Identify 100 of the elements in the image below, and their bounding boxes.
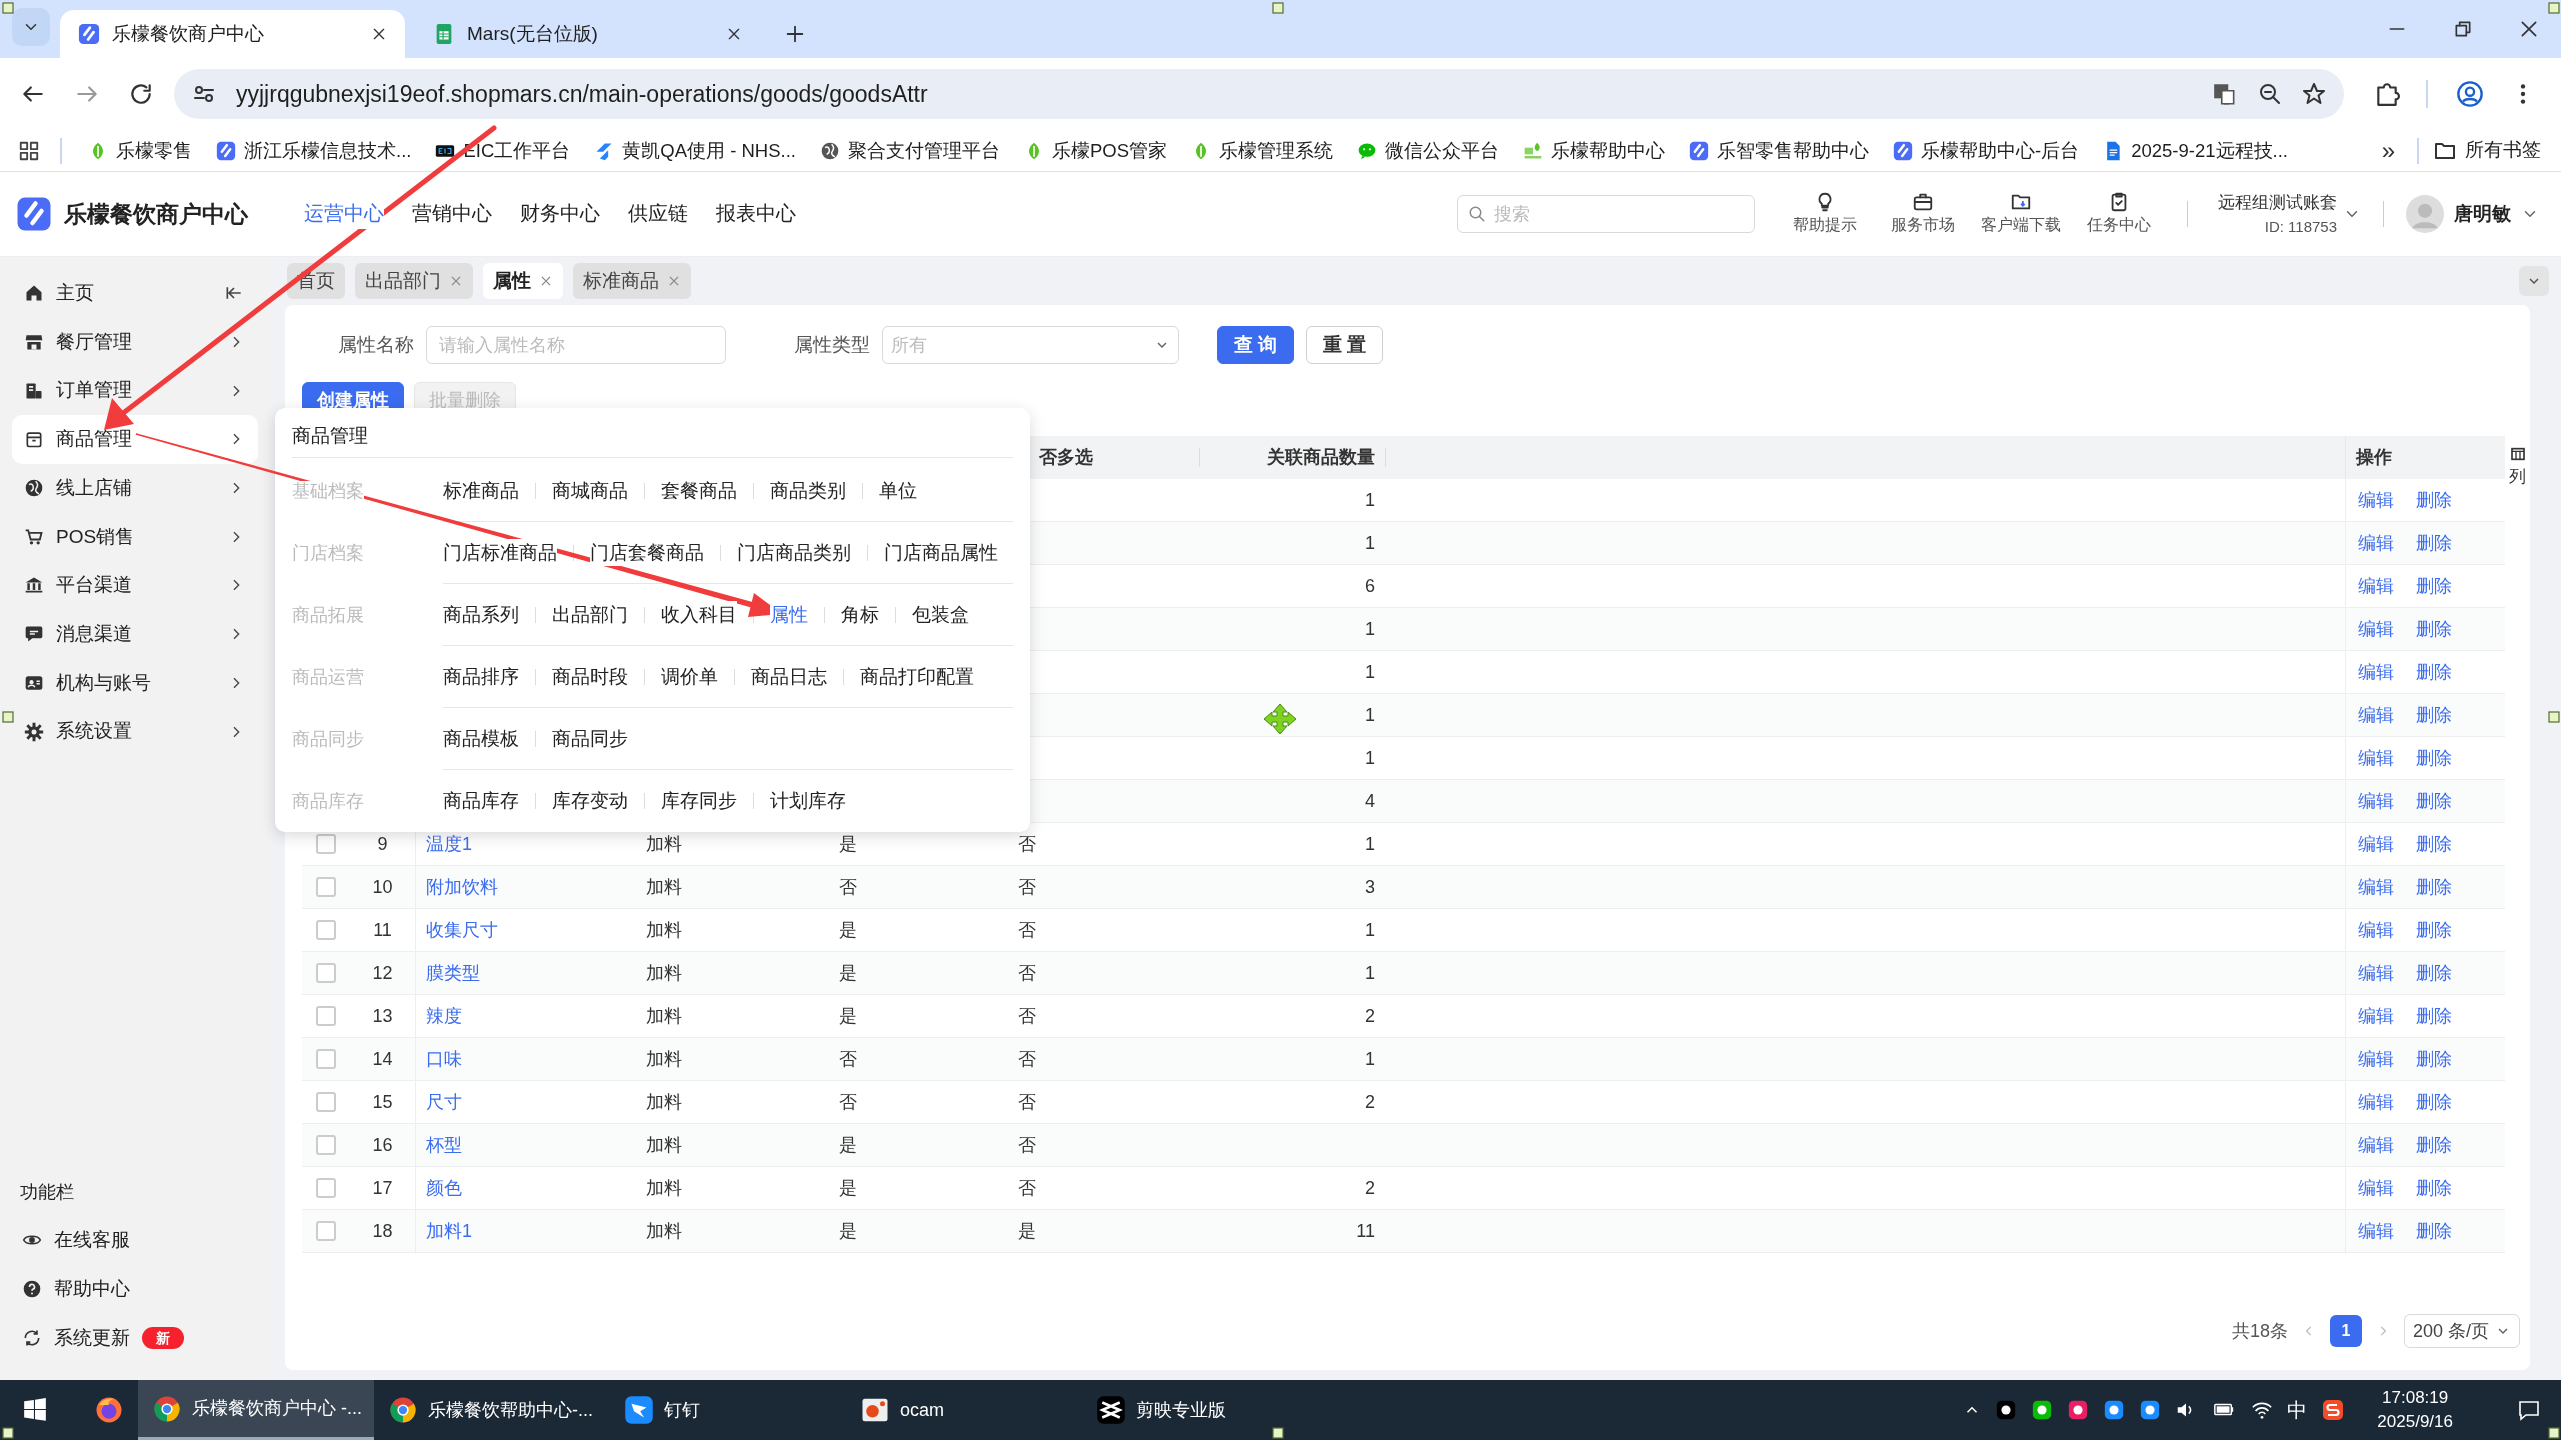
- delete-link[interactable]: 删除: [2416, 572, 2452, 600]
- delete-link[interactable]: 删除: [2416, 701, 2452, 729]
- selection-handle[interactable]: [2, 2, 14, 14]
- taskbar-clock[interactable]: 17:08:19 2025/9/16: [2377, 1386, 2453, 1434]
- edit-link[interactable]: 编辑: [2358, 744, 2394, 772]
- delete-link[interactable]: 删除: [2416, 615, 2452, 643]
- sidebar-item[interactable]: 订单管理: [12, 366, 258, 416]
- selection-handle[interactable]: [2548, 1427, 2560, 1439]
- delete-link[interactable]: 删除: [2416, 873, 2452, 901]
- close-icon[interactable]: [726, 26, 742, 42]
- search-field[interactable]: 搜索: [1457, 195, 1755, 233]
- more-bookmarks-button[interactable]: »: [2373, 132, 2403, 169]
- attribute-name-link[interactable]: 收集尺寸: [416, 916, 498, 944]
- sogou-icon[interactable]: [2321, 1398, 2346, 1422]
- page-tab[interactable]: 标准商品: [573, 263, 691, 299]
- row-checkbox[interactable]: [316, 1049, 336, 1069]
- attribute-name-link[interactable]: 加料1: [416, 1217, 472, 1245]
- toolbar-button[interactable]: 服务市场: [1883, 191, 1963, 237]
- bookmark[interactable]: 微信公众平台: [1347, 132, 1509, 169]
- edit-link[interactable]: 编辑: [2358, 1002, 2394, 1030]
- close-icon[interactable]: [371, 26, 387, 42]
- sidebar-item[interactable]: 机构与账号: [12, 658, 258, 708]
- notification-icon[interactable]: [2517, 1398, 2541, 1422]
- bookmark[interactable]: 聚合支付管理平台: [809, 132, 1010, 169]
- edit-link[interactable]: 编辑: [2358, 572, 2394, 600]
- sidebar-link[interactable]: 系统更新 新: [12, 1313, 258, 1362]
- delete-link[interactable]: 删除: [2416, 830, 2452, 858]
- edit-link[interactable]: 编辑: [2358, 1131, 2394, 1159]
- edit-link[interactable]: 编辑: [2358, 916, 2394, 944]
- attribute-name-link[interactable]: 尺寸: [416, 1088, 462, 1116]
- selection-handle[interactable]: [1272, 1427, 1284, 1439]
- bookmark[interactable]: 乐智零售帮助中心: [1679, 132, 1879, 169]
- input-method-indicator[interactable]: 中: [2287, 1395, 2308, 1425]
- close-icon[interactable]: [2519, 19, 2539, 39]
- edit-link[interactable]: 编辑: [2358, 959, 2394, 987]
- sidebar-link[interactable]: 帮助中心: [12, 1264, 258, 1314]
- restore-icon[interactable]: [2453, 19, 2473, 39]
- row-checkbox[interactable]: [316, 1135, 336, 1155]
- sidebar-item[interactable]: 消息渠道: [12, 609, 258, 659]
- browser-tab[interactable]: 乐檬餐饮商户中心: [60, 10, 405, 58]
- edit-link[interactable]: 编辑: [2358, 787, 2394, 815]
- edit-link[interactable]: 编辑: [2358, 1088, 2394, 1116]
- column-settings-button[interactable]: 列: [2505, 436, 2530, 496]
- plus-icon[interactable]: [784, 23, 806, 45]
- taskbar-button[interactable]: 乐檬餐饮商户中心 -...: [138, 1380, 374, 1440]
- row-checkbox[interactable]: [316, 1178, 336, 1198]
- sidebar-item[interactable]: 系统设置: [12, 707, 258, 756]
- selection-handle[interactable]: [2, 1427, 14, 1439]
- edit-link[interactable]: 编辑: [2358, 615, 2394, 643]
- delete-link[interactable]: 删除: [2416, 959, 2452, 987]
- sidebar-item[interactable]: 餐厅管理: [12, 317, 258, 367]
- delete-link[interactable]: 删除: [2416, 1131, 2452, 1159]
- page-tab[interactable]: 出品部门: [355, 263, 473, 299]
- selection-handle[interactable]: [1272, 2, 1284, 14]
- delete-link[interactable]: 删除: [2416, 744, 2452, 772]
- bookmark[interactable]: 乐檬管理系统: [1181, 132, 1343, 169]
- toolbar-button[interactable]: 帮助提示: [1785, 191, 1865, 237]
- taskbar-button[interactable]: 钉钉: [610, 1380, 846, 1440]
- delete-link[interactable]: 删除: [2416, 529, 2452, 557]
- row-checkbox[interactable]: [316, 1092, 336, 1112]
- bookmark-star-icon[interactable]: [2302, 82, 2326, 106]
- windows-start-icon[interactable]: [22, 1397, 48, 1423]
- search-button[interactable]: 查 询: [1217, 326, 1295, 364]
- toolbar-button[interactable]: 任务中心: [2079, 191, 2159, 237]
- edit-link[interactable]: 编辑: [2358, 873, 2394, 901]
- selection-handle[interactable]: [2548, 711, 2560, 723]
- edit-link[interactable]: 编辑: [2358, 658, 2394, 686]
- bookmark[interactable]: 浙江乐檬信息技术...: [206, 132, 422, 169]
- bookmark[interactable]: 黄凯QA使用 - NHS...: [584, 132, 806, 169]
- row-checkbox[interactable]: [316, 963, 336, 983]
- page-button[interactable]: 1: [2329, 1315, 2362, 1347]
- delete-link[interactable]: 删除: [2416, 1174, 2452, 1202]
- bookmark[interactable]: 乐檬零售: [78, 132, 202, 169]
- sidebar-item[interactable]: 线上店铺: [12, 463, 258, 513]
- profile-icon[interactable]: [2456, 80, 2484, 108]
- attribute-name-link[interactable]: 口味: [416, 1045, 462, 1073]
- row-checkbox[interactable]: [316, 1221, 336, 1241]
- bookmark[interactable]: 乐檬POS管家: [1013, 132, 1177, 169]
- all-bookmarks-button[interactable]: 所有书签: [2433, 136, 2561, 165]
- page-tab[interactable]: 属性: [483, 263, 563, 299]
- attribute-name-link[interactable]: 附加饮料: [416, 873, 498, 901]
- row-checkbox[interactable]: [316, 920, 336, 940]
- edit-link[interactable]: 编辑: [2358, 529, 2394, 557]
- edit-link[interactable]: 编辑: [2358, 1217, 2394, 1245]
- sidebar-item[interactable]: 商品管理: [12, 415, 258, 464]
- bookmark[interactable]: 2025-9-21远程技...: [2093, 132, 2298, 169]
- attribute-name-link[interactable]: 辣度: [416, 1002, 462, 1030]
- delete-link[interactable]: 删除: [2416, 658, 2452, 686]
- reload-icon[interactable]: [128, 81, 154, 107]
- row-checkbox[interactable]: [316, 877, 336, 897]
- attribute-name-link[interactable]: 颜色: [416, 1174, 462, 1202]
- delete-link[interactable]: 删除: [2416, 1045, 2452, 1073]
- delete-link[interactable]: 删除: [2416, 486, 2452, 514]
- taskbar-button[interactable]: 剪映专业版: [1082, 1380, 1318, 1440]
- sidebar-item[interactable]: POS销售: [12, 512, 258, 562]
- attribute-name-link[interactable]: 杯型: [416, 1131, 462, 1159]
- edit-link[interactable]: 编辑: [2358, 701, 2394, 729]
- selection-handle[interactable]: [2, 711, 14, 723]
- attribute-name-link[interactable]: 温度1: [416, 830, 472, 858]
- zoom-out-icon[interactable]: [2258, 82, 2282, 106]
